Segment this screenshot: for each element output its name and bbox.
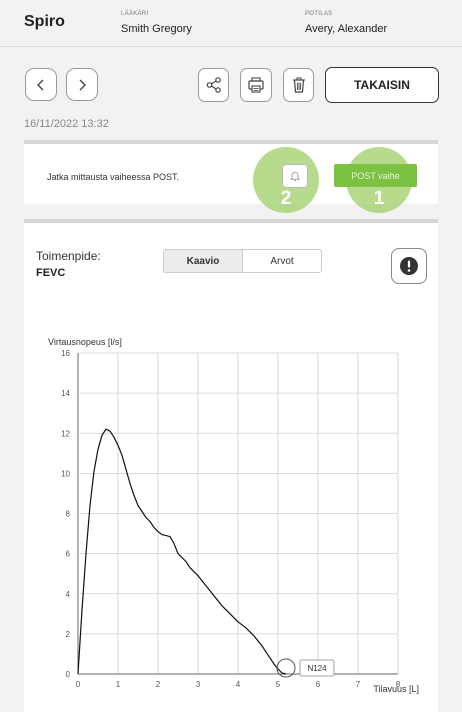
trash-icon (292, 77, 305, 93)
y-tick-label: 6 (66, 550, 71, 559)
x-tick-label: 5 (276, 680, 281, 689)
x-tick-label: 7 (356, 680, 361, 689)
flow-volume-chart: Virtausnopeus [l/s] Tilavuus [L] 0123456… (48, 337, 419, 694)
y-tick-label: 4 (66, 590, 71, 599)
patient-name: Avery, Alexander (305, 23, 388, 35)
next-button[interactable] (66, 68, 98, 101)
x-tick-label: 0 (76, 680, 81, 689)
flow-volume-curve (77, 428, 287, 675)
doctor-name: Smith Gregory (121, 23, 192, 35)
patient-label: POTILAS (305, 11, 333, 17)
share-icon (206, 77, 221, 93)
doctor-label: LÄÄKÄRI (121, 11, 149, 17)
app-title: Spiro (24, 13, 65, 30)
x-tick-label: 2 (156, 680, 161, 689)
y-tick-label: 0 (66, 670, 71, 679)
x-tick-label: 4 (236, 680, 241, 689)
y-tick-label: 14 (61, 389, 70, 398)
notice-card: Jatka mittausta vaiheessa POST. 2 1 POST… (24, 140, 438, 213)
measurement-card: Toimenpide: FEVC Kaavio Arvot Virtausnop… (24, 219, 438, 712)
bell-icon (289, 171, 301, 181)
notice-message: Jatka mittausta vaiheessa POST. (47, 172, 180, 182)
y-tick-label: 2 (66, 630, 71, 639)
y-axis-label: Virtausnopeus [l/s] (48, 337, 122, 347)
measurement-timestamp: 16/11/2022 13:32 (24, 118, 109, 130)
x-tick-label: 3 (196, 680, 201, 689)
x-tick-label: 8 (396, 680, 401, 689)
y-tick-label: 8 (66, 510, 71, 519)
app-header: Spiro LÄÄKÄRI Smith Gregory POTILAS Aver… (0, 0, 462, 47)
bell-button[interactable] (282, 164, 308, 188)
delete-button[interactable] (283, 68, 314, 102)
back-button[interactable]: TAKAISIN (325, 67, 439, 103)
x-tick-label: 1 (116, 680, 121, 689)
post-phase-button[interactable]: POST vaihe (334, 164, 417, 187)
y-tick-label: 16 (61, 349, 70, 358)
previous-button[interactable] (25, 68, 57, 101)
end-marker-label: N124 (307, 664, 327, 673)
x-tick-label: 6 (316, 680, 321, 689)
print-button[interactable] (240, 68, 272, 102)
share-button[interactable] (198, 68, 229, 102)
chevron-left-icon (37, 79, 44, 90)
print-icon (248, 77, 264, 93)
y-tick-label: 10 (61, 469, 70, 478)
chevron-right-icon (79, 79, 86, 90)
y-tick-label: 12 (61, 429, 70, 438)
